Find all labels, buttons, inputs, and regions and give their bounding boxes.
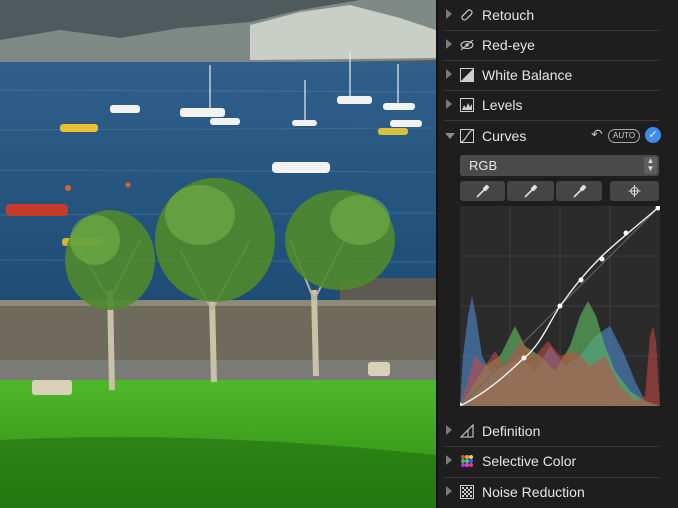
channel-select[interactable]: RGB ▲ ▼ — [460, 155, 659, 176]
curves-graph[interactable] — [457, 205, 661, 408]
crosshair-icon — [628, 185, 641, 197]
eyedropper-icon — [573, 184, 587, 198]
adjust-row-definition[interactable]: Definition — [438, 416, 678, 446]
chevron-right-icon[interactable] — [446, 9, 452, 19]
adjust-row-curves[interactable]: Curves ↶ AUTO ✓ — [438, 121, 678, 151]
eye-slash-icon — [460, 39, 474, 51]
chevron-right-icon[interactable] — [446, 425, 452, 435]
channel-select-value: RGB — [469, 158, 498, 173]
gray-point-eyedropper-button[interactable] — [507, 181, 554, 201]
curves-icon — [460, 129, 474, 143]
curve-control-point — [623, 230, 629, 236]
color-dots-icon — [461, 455, 473, 467]
black-point-eyedropper-button[interactable] — [460, 181, 505, 201]
curve-control-point — [557, 303, 563, 309]
stepper-arrows-icon: ▲ ▼ — [644, 157, 657, 174]
eyedropper-icon — [524, 184, 538, 198]
chevron-right-icon[interactable] — [446, 99, 452, 109]
levels-icon — [460, 98, 474, 112]
curve-control-point — [599, 256, 605, 262]
adjust-row-selective-color[interactable]: Selective Color — [438, 446, 678, 476]
chevron-down-icon[interactable] — [445, 133, 455, 139]
definition-icon — [460, 424, 474, 438]
curve-control-point — [521, 355, 527, 361]
adjust-row-white-balance[interactable]: White Balance — [438, 60, 678, 90]
add-point-button[interactable] — [610, 181, 659, 201]
adjust-label-selective-color: Selective Color — [482, 453, 577, 469]
adjust-label-curves: Curves — [482, 128, 527, 144]
undo-icon[interactable]: ↶ — [591, 126, 603, 143]
auto-button[interactable]: AUTO — [608, 129, 641, 143]
adjust-row-redeye[interactable]: Red-eye — [438, 30, 678, 60]
adjust-label-noise-reduction: Noise Reduction — [482, 484, 585, 500]
chevron-right-icon[interactable] — [446, 486, 452, 496]
adjust-label-white-balance: White Balance — [482, 67, 573, 83]
curve-control-point — [578, 277, 584, 283]
adjust-label-retouch: Retouch — [482, 7, 535, 23]
adjust-label-levels: Levels — [482, 97, 523, 113]
adjust-row-retouch[interactable]: Retouch — [438, 0, 678, 30]
adjust-panel: Retouch Red-eye White Balance Levels Cur… — [436, 0, 678, 508]
adjust-label-redeye: Red-eye — [482, 37, 535, 53]
adjust-row-levels[interactable]: Levels — [438, 90, 678, 120]
white-point-eyedropper-button[interactable] — [556, 181, 602, 201]
photo-canvas[interactable] — [0, 0, 436, 508]
bandage-icon — [461, 9, 473, 21]
eyedropper-icon — [476, 184, 490, 198]
chevron-right-icon[interactable] — [446, 455, 452, 465]
white-balance-icon — [460, 68, 474, 82]
adjust-row-noise-reduction[interactable]: Noise Reduction — [438, 477, 678, 507]
chevron-right-icon[interactable] — [446, 69, 452, 79]
noise-icon — [460, 485, 474, 499]
adjust-label-definition: Definition — [482, 423, 541, 439]
checkmark-icon[interactable]: ✓ — [645, 127, 661, 143]
chevron-right-icon[interactable] — [446, 39, 452, 49]
